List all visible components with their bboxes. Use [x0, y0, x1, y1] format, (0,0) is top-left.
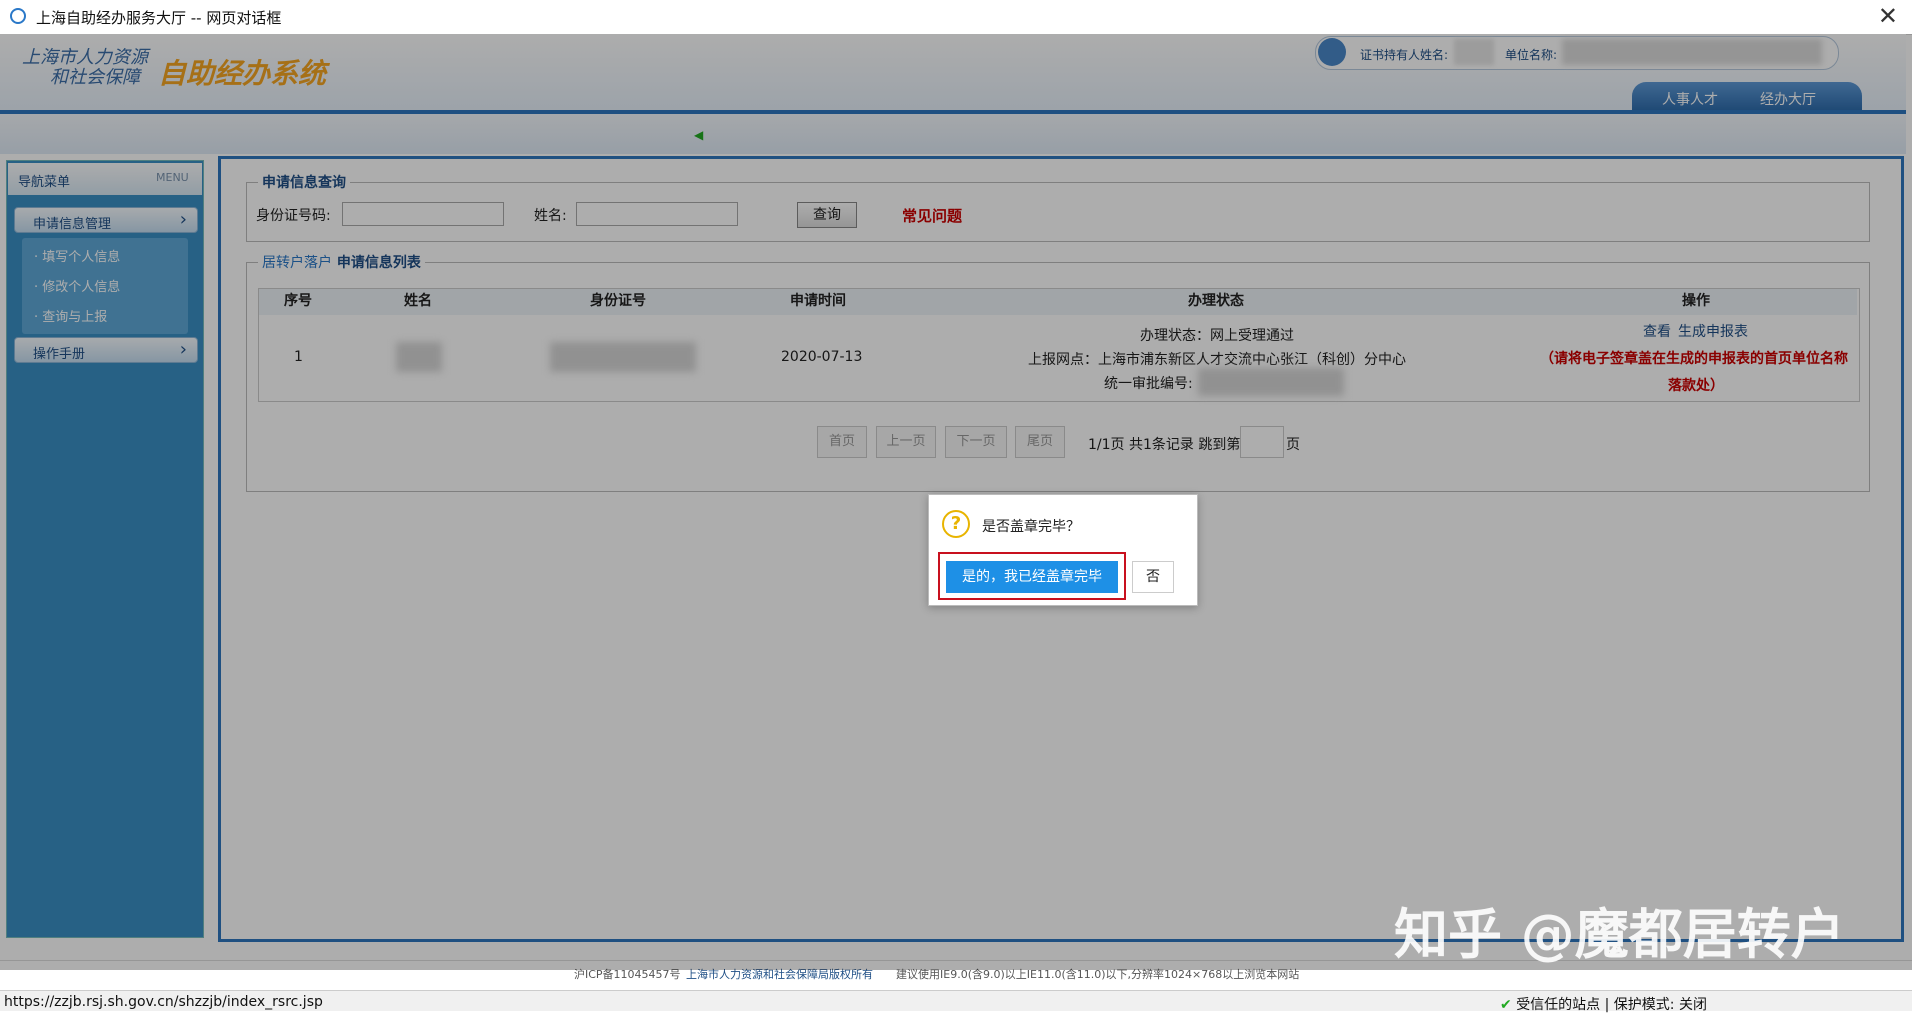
- ie-icon: [10, 8, 26, 24]
- confirm-no-button[interactable]: 否: [1132, 561, 1174, 593]
- dialog-message: 是否盖章完毕？: [982, 519, 1080, 535]
- close-icon[interactable]: ✕: [1878, 2, 1898, 30]
- window-title: 上海自助经办服务大厅 -- 网页对话框: [36, 9, 282, 27]
- question-icon: ?: [942, 510, 970, 538]
- trusted-zone-status: ✔ 受信任的站点 | 保护模式: 关闭: [1500, 997, 1707, 1013]
- status-url: https://zzjb.rsj.sh.gov.cn/shzzjb/index_…: [4, 994, 323, 1010]
- watermark: 知乎 @魔都居转户: [1394, 903, 1845, 966]
- window-titlebar: 上海自助经办服务大厅 -- 网页对话框 ✕: [0, 0, 1912, 35]
- check-icon: ✔: [1500, 997, 1512, 1013]
- confirm-yes-button[interactable]: 是的，我已经盖章完毕: [946, 561, 1118, 593]
